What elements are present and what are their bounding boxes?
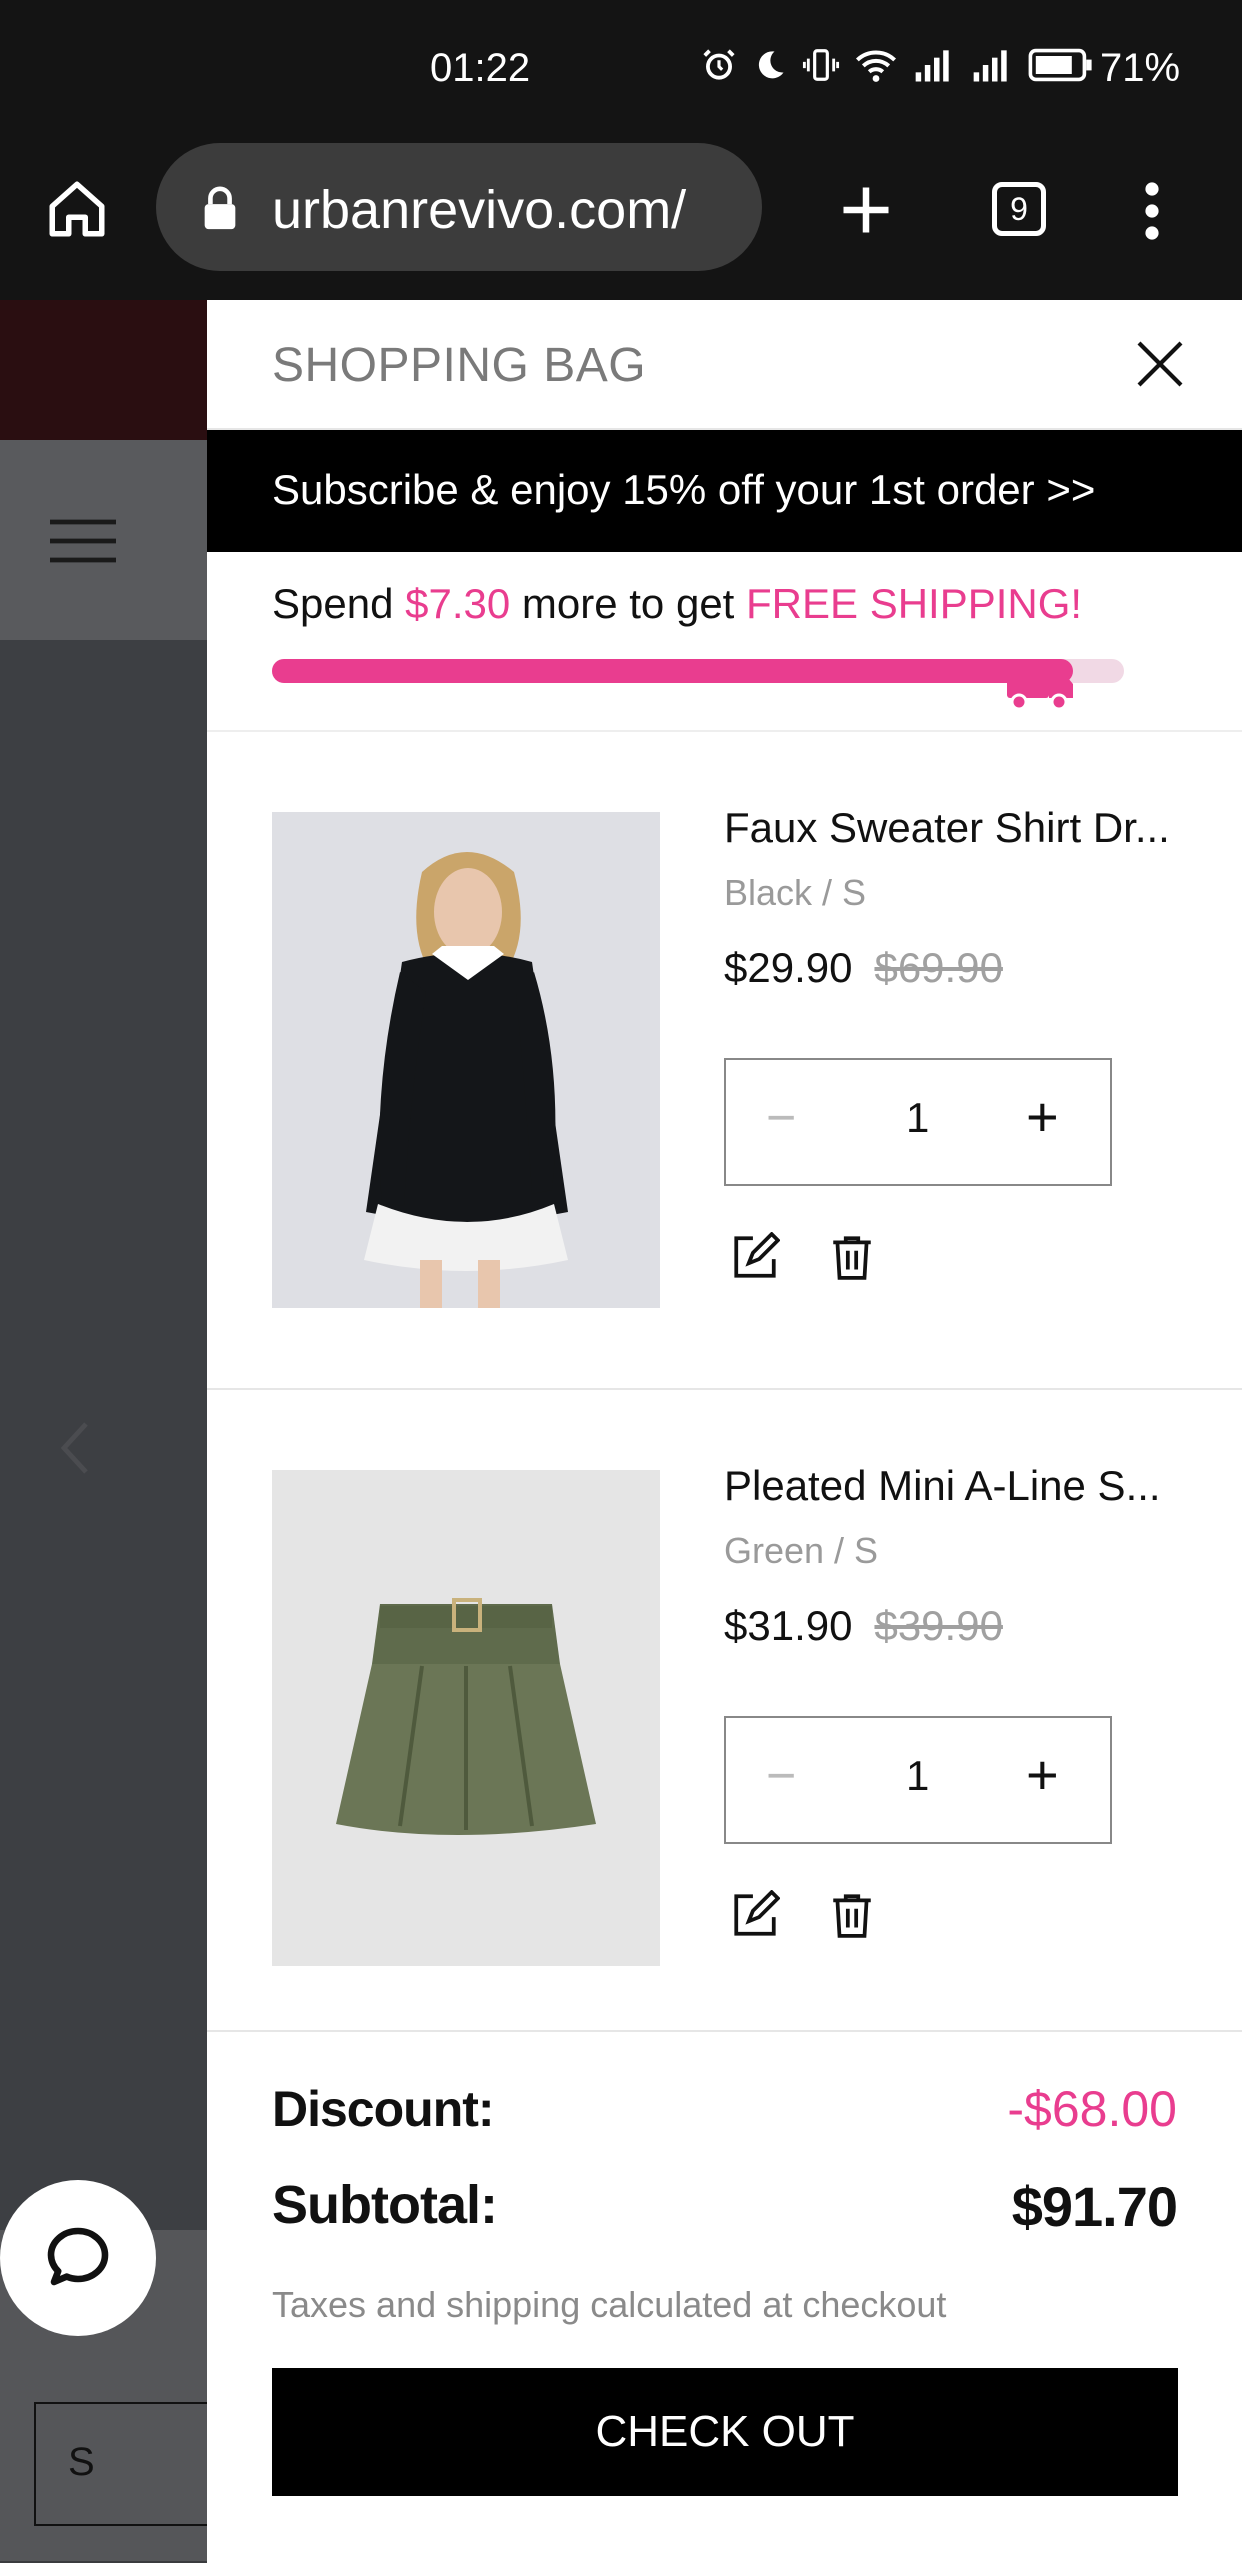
chevron-left-icon[interactable] xyxy=(60,1420,90,1476)
browser-toolbar: urbanrevivo.com/ 9 xyxy=(0,140,1242,300)
trash-icon[interactable] xyxy=(827,1232,877,1282)
product-image-pleated-skirt[interactable] xyxy=(272,1470,660,1966)
address-bar[interactable]: urbanrevivo.com/ xyxy=(156,143,762,271)
decrease-quantity-button[interactable]: − xyxy=(766,1088,796,1148)
quantity-value[interactable]: 1 xyxy=(906,1752,929,1800)
lock-icon xyxy=(204,186,236,230)
quantity-stepper: − 1 + xyxy=(724,1716,1112,1844)
shipping-progress-bar xyxy=(272,659,1124,711)
more-menu-icon[interactable] xyxy=(1128,178,1176,244)
status-time: 01:22 xyxy=(430,46,531,90)
drawer-title: SHOPPING BAG xyxy=(272,339,647,392)
product-price: $31.90 $39.90 xyxy=(724,1602,1003,1650)
sale-price: $29.90 xyxy=(724,944,853,991)
tab-count: 9 xyxy=(1010,191,1028,227)
close-icon[interactable] xyxy=(1132,336,1188,392)
decrease-quantity-button[interactable]: − xyxy=(766,1746,796,1806)
subscribe-promo-banner[interactable]: Subscribe & enjoy 15% off your 1st order… xyxy=(207,430,1242,552)
hamburger-menu-icon[interactable] xyxy=(50,518,116,564)
shipping-message: Spend $7.30 more to get FREE SHIPPING! xyxy=(272,580,1082,628)
background-header xyxy=(0,440,210,640)
alarm-icon xyxy=(703,49,735,80)
subtotal-label: Subtotal: xyxy=(272,2175,498,2235)
product-image-sweater-dress[interactable] xyxy=(272,812,660,1308)
edit-icon[interactable] xyxy=(730,1890,780,1940)
quantity-value[interactable]: 1 xyxy=(906,1094,929,1142)
background-banner xyxy=(0,300,210,440)
increase-quantity-button[interactable]: + xyxy=(1026,1742,1059,1807)
url-text: urbanrevivo.com/ xyxy=(272,180,687,240)
free-shipping-label: FREE SHIPPING! xyxy=(746,580,1083,627)
original-price: $39.90 xyxy=(874,1602,1003,1649)
discount-label: Discount: xyxy=(272,2081,495,2137)
shopping-bag-drawer: SHOPPING BAG Subscribe & enjoy 15% off y… xyxy=(207,300,1242,2563)
product-price: $29.90 $69.90 xyxy=(724,944,1003,992)
status-icons xyxy=(700,46,1094,84)
order-summary: Discount: -$68.00 Subtotal: $91.70 Taxes… xyxy=(207,2030,1242,2563)
chat-icon xyxy=(47,2227,109,2286)
battery-percent: 71% xyxy=(1100,46,1181,90)
new-tab-icon[interactable] xyxy=(836,180,896,240)
original-price: $69.90 xyxy=(874,944,1003,991)
checkout-button[interactable]: CHECK OUT xyxy=(272,2368,1178,2496)
edit-icon[interactable] xyxy=(730,1232,780,1282)
subtotal-value: $91.70 xyxy=(1011,2175,1178,2238)
tab-switcher-button[interactable]: 9 xyxy=(992,182,1046,236)
home-icon[interactable] xyxy=(44,176,110,242)
status-bar: 01:22 71% xyxy=(0,0,1242,140)
promo-text: Subscribe & enjoy 15% off your 1st order… xyxy=(272,466,1096,513)
drawer-header: SHOPPING BAG xyxy=(207,300,1242,430)
tax-note: Taxes and shipping calculated at checkou… xyxy=(272,2284,947,2325)
trash-icon[interactable] xyxy=(827,1890,877,1940)
signal-icon-2 xyxy=(973,50,1007,82)
battery-icon xyxy=(1028,48,1092,82)
chat-button[interactable] xyxy=(0,2180,156,2336)
discount-value: -$68.00 xyxy=(1007,2081,1177,2137)
signal-icon xyxy=(915,50,949,82)
product-variant: Green / S xyxy=(724,1530,879,1571)
size-option[interactable]: S xyxy=(34,2402,210,2526)
cart-item: Faux Sweater Shirt Dr... Black / S $29.9… xyxy=(207,732,1242,1392)
product-name[interactable]: Pleated Mini A-Line S... xyxy=(724,1462,1161,1510)
wifi-icon xyxy=(855,50,897,82)
cart-item: Pleated Mini A-Line S... Green / S $31.9… xyxy=(207,1390,1242,2030)
shipping-amount: $7.30 xyxy=(405,580,511,627)
product-name[interactable]: Faux Sweater Shirt Dr... xyxy=(724,804,1170,852)
sale-price: $31.90 xyxy=(724,1602,853,1649)
shipping-prefix: Spend xyxy=(272,580,406,627)
increase-quantity-button[interactable]: + xyxy=(1026,1084,1059,1149)
quantity-stepper: − 1 + xyxy=(724,1058,1112,1186)
shipping-middle: more to get xyxy=(510,580,747,627)
product-variant: Black / S xyxy=(724,872,867,913)
moon-icon xyxy=(758,51,784,79)
vibrate-icon xyxy=(802,49,840,81)
